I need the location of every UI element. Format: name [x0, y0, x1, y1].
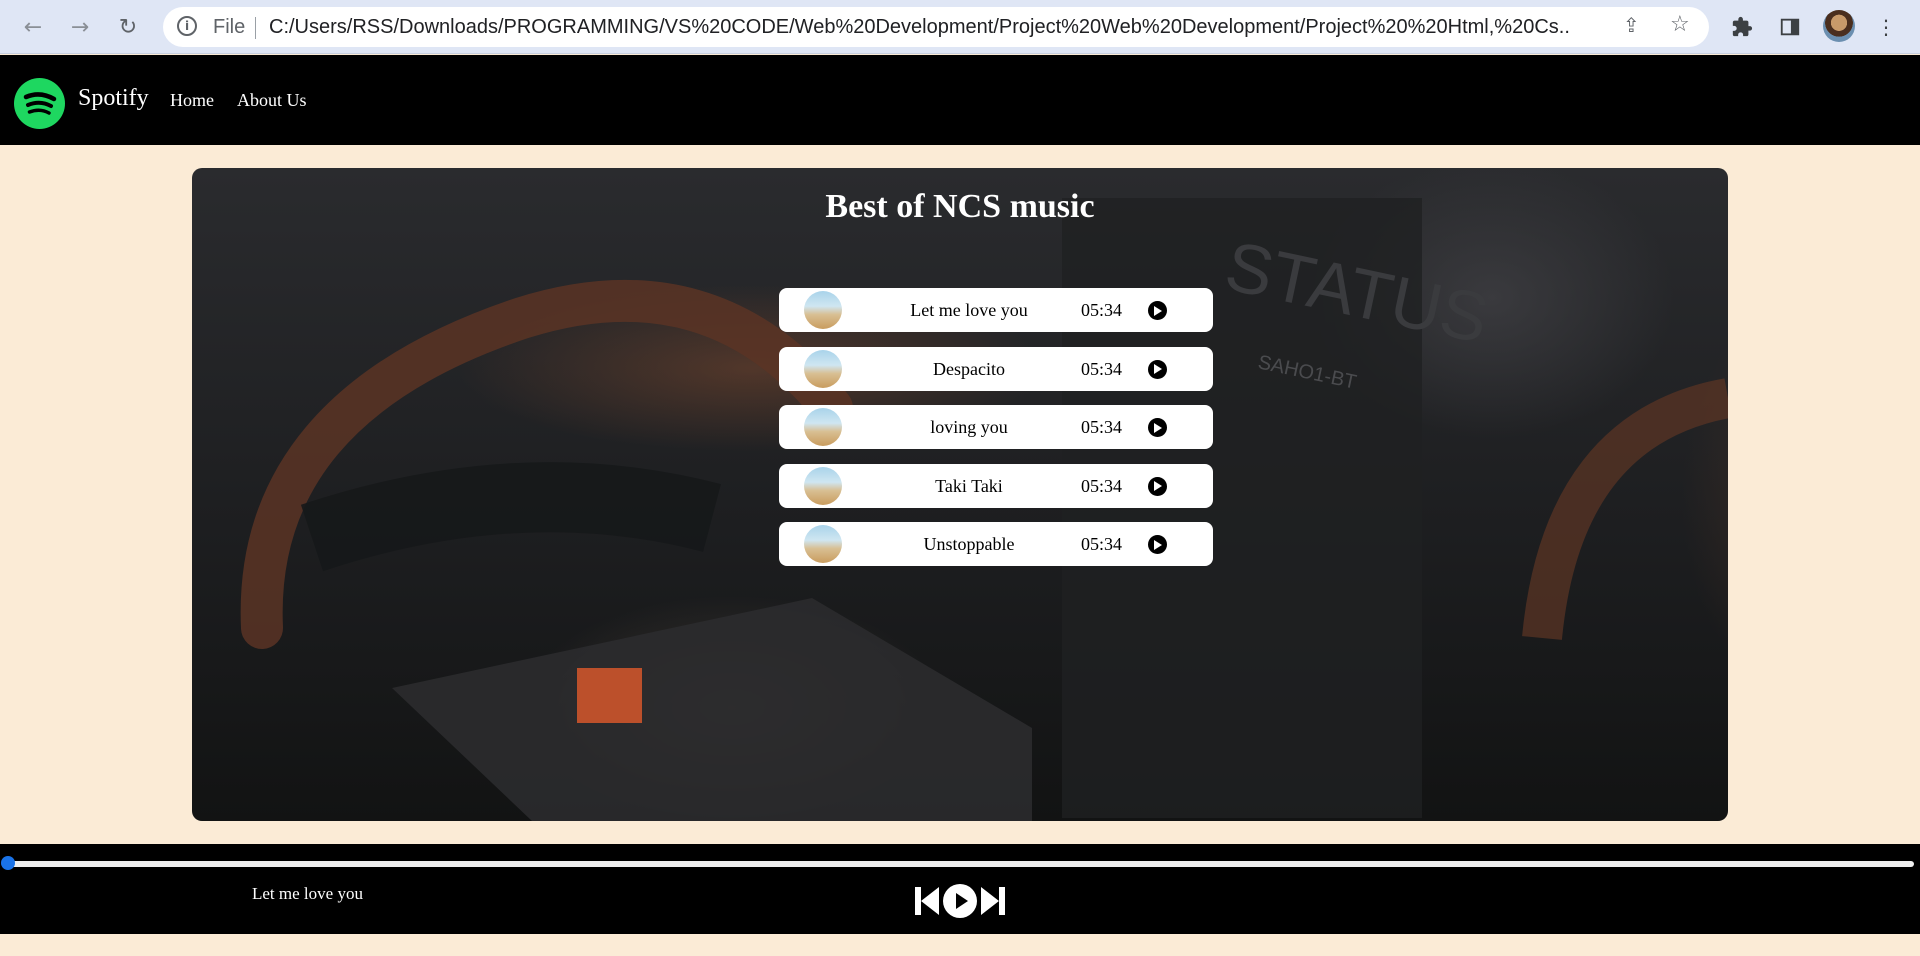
- file-label: File: [213, 16, 246, 38]
- song-cover-image: [804, 408, 842, 446]
- reload-icon[interactable]: ↻: [113, 12, 143, 42]
- song-cover-image: [804, 291, 842, 329]
- previous-icon[interactable]: [914, 886, 940, 916]
- song-duration: 05:34: [1081, 475, 1123, 496]
- song-item[interactable]: Despacito 05:34: [779, 346, 1213, 391]
- progress-thumb[interactable]: [1, 856, 15, 870]
- song-item[interactable]: Unstoppable 05:34: [779, 522, 1213, 566]
- song-item[interactable]: Taki Taki 05:34: [779, 463, 1213, 508]
- song-name: Unstoppable: [923, 534, 1015, 554]
- menu-kebab-icon[interactable]: ⋮: [1871, 12, 1901, 42]
- site-navbar: Spotify Home About Us: [0, 55, 1920, 145]
- address-bar[interactable]: i File C:/Users/RSS/Downloads/PROGRAMMIN…: [163, 7, 1709, 47]
- share-icon[interactable]: ⇪: [1623, 13, 1640, 37]
- play-circle-icon[interactable]: [1148, 359, 1167, 379]
- browser-toolbar: ← → ↻ i File C:/Users/RSS/Downloads/PROG…: [0, 0, 1920, 54]
- extensions-icon[interactable]: [1727, 12, 1757, 42]
- play-circle-icon[interactable]: [1148, 418, 1167, 437]
- song-duration: 05:34: [1081, 417, 1123, 437]
- song-cover-image: [804, 525, 842, 563]
- player-bar: Let me love you: [0, 844, 1920, 934]
- song-name: Despacito: [933, 358, 1005, 379]
- nav-link-about-us[interactable]: About Us: [237, 90, 307, 111]
- song-duration: 05:34: [1081, 534, 1123, 554]
- now-playing-title: Let me love you: [252, 884, 363, 903]
- omnibox-divider: [255, 17, 256, 39]
- profile-avatar[interactable]: [1823, 10, 1855, 42]
- song-list: Let me love you 05:34 Despacito 05:34 lo…: [779, 288, 1213, 581]
- nav-link-home[interactable]: Home: [170, 90, 214, 111]
- side-panel-icon[interactable]: [1775, 12, 1805, 42]
- play-circle-icon[interactable]: [1148, 535, 1167, 554]
- play-circle-icon[interactable]: [1148, 301, 1167, 320]
- song-name: loving you: [930, 417, 1008, 437]
- playlist-card: STATUS SAHO1-BT Best of NCS music Let me…: [192, 168, 1728, 821]
- song-cover-image: [804, 466, 842, 505]
- song-duration: 05:34: [1081, 300, 1123, 320]
- back-arrow-icon[interactable]: ←: [18, 12, 48, 42]
- song-name: Let me love you: [910, 300, 1028, 320]
- song-duration: 05:34: [1081, 358, 1123, 379]
- star-icon[interactable]: ☆: [1670, 12, 1690, 37]
- playlist-title: Best of NCS music: [825, 188, 1095, 225]
- spotify-logo-icon[interactable]: [14, 78, 65, 129]
- url-text[interactable]: C:/Users/RSS/Downloads/PROGRAMMING/VS%20…: [269, 16, 1569, 39]
- info-icon[interactable]: i: [177, 16, 197, 36]
- progress-slider[interactable]: [8, 861, 1914, 867]
- song-cover-image: [804, 349, 842, 388]
- song-item[interactable]: loving you 05:34: [779, 405, 1213, 449]
- song-name: Taki Taki: [935, 475, 1003, 496]
- song-item[interactable]: Let me love you 05:34: [779, 288, 1213, 332]
- play-circle-icon[interactable]: [1148, 476, 1167, 496]
- brand-name[interactable]: Spotify: [78, 85, 149, 112]
- forward-arrow-icon[interactable]: →: [65, 12, 95, 42]
- next-icon[interactable]: [980, 886, 1006, 916]
- play-icon[interactable]: [943, 884, 977, 918]
